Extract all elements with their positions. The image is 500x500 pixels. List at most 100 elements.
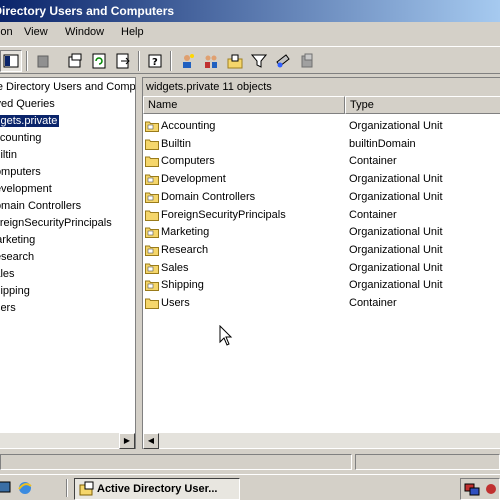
help-button[interactable]: ?: [144, 50, 166, 72]
list-item[interactable]: Users Container: [143, 295, 500, 312]
properties-icon: [68, 53, 82, 68]
active-directory-icon: [79, 481, 94, 496]
list-item-name: Development: [161, 173, 226, 186]
export-list-button[interactable]: [112, 50, 134, 72]
list-item-name: Marketing: [161, 226, 210, 239]
folder-icon: [145, 210, 159, 221]
new-user-button[interactable]: [176, 50, 198, 72]
find-icon: [276, 54, 290, 68]
find-button[interactable]: [272, 50, 294, 72]
list-item-name: Accounting: [161, 120, 216, 132]
quicklaunch-separator: [66, 479, 68, 497]
system-tray: [460, 478, 500, 500]
list-item[interactable]: Builtin builtinDomain: [143, 136, 500, 153]
console-tree-pane[interactable]: Active Directory Users and Computers Sav…: [0, 77, 136, 449]
help-icon: ?: [148, 54, 162, 68]
tree-item-shipping[interactable]: Shipping: [0, 284, 30, 298]
toolbar-separator: [138, 51, 140, 71]
status-cell: [0, 454, 352, 470]
toolbar-separator: [26, 51, 28, 71]
scroll-left-icon[interactable]: ◀: [143, 433, 159, 449]
list-item-type: Organizational Unit: [349, 173, 443, 186]
tree-root[interactable]: Active Directory Users and Computers: [0, 80, 135, 94]
list-item-type: Organizational Unit: [349, 261, 443, 274]
list-item[interactable]: ForeignSecurityPrincipals Container: [143, 207, 500, 224]
tree-item-marketing[interactable]: Marketing: [0, 233, 35, 247]
list-item-name: Users: [161, 297, 190, 309]
new-ou-button[interactable]: [224, 50, 246, 72]
list-item[interactable]: Marketing Organizational Unit: [143, 224, 500, 241]
status-bar: [0, 452, 500, 472]
new-group-button[interactable]: [200, 50, 222, 72]
add-to-group-icon: [301, 53, 313, 68]
network-icon[interactable]: [464, 481, 480, 497]
list-item[interactable]: Domain Controllers Organizational Unit: [143, 189, 500, 206]
details-pane-header: widgets.private 11 objects: [143, 78, 500, 96]
tree-item-development[interactable]: Development: [0, 182, 52, 196]
tree-horizontal-scrollbar[interactable]: ▶: [0, 432, 135, 449]
taskbar: Active Directory User...: [0, 474, 500, 500]
list-item[interactable]: Shipping Organizational Unit: [143, 277, 500, 294]
menu-help[interactable]: Help: [121, 26, 144, 38]
toolbar: ?: [0, 46, 500, 74]
console-tree-button[interactable]: [0, 50, 22, 72]
column-header-type[interactable]: Type: [345, 96, 500, 114]
delete-icon: [37, 55, 49, 68]
filter-button[interactable]: [248, 50, 270, 72]
list-item-name: Shipping: [161, 279, 204, 292]
taskbar-button-active-directory[interactable]: Active Directory User...: [74, 478, 240, 500]
list-item[interactable]: Development Organizational Unit: [143, 171, 500, 188]
menu-action[interactable]: Action: [0, 26, 13, 38]
svg-text:?: ?: [152, 57, 158, 68]
list-item[interactable]: Sales Organizational Unit: [143, 260, 500, 277]
delete-button[interactable]: [32, 50, 54, 72]
taskbar-button-label: Active Directory User...: [97, 483, 218, 495]
add-to-group-button[interactable]: [296, 50, 318, 72]
menu-window[interactable]: Window: [65, 26, 104, 38]
list-item-type: Organizational Unit: [349, 226, 443, 239]
tree-item-foreign-security-principals[interactable]: ForeignSecurityPrincipals: [0, 216, 112, 230]
organizational-unit-icon: [145, 280, 159, 292]
toolbar-separator: [170, 51, 172, 71]
tree-item-widgets-private[interactable]: widgets.private: [0, 114, 60, 128]
list-item-name: Builtin: [161, 137, 191, 150]
tree-item-sales[interactable]: Sales: [0, 267, 15, 281]
window-titlebar[interactable]: Active Directory Users and Computers: [0, 0, 500, 22]
organizational-unit-icon: [145, 174, 159, 186]
list-item-type: Container: [349, 208, 397, 221]
desktop-icon[interactable]: [0, 480, 12, 496]
tree-item-saved-queries[interactable]: Saved Queries: [0, 97, 55, 111]
tray-icon[interactable]: [483, 481, 499, 497]
window-title: Active Directory Users and Computers: [0, 4, 175, 18]
internet-explorer-icon[interactable]: [17, 480, 33, 496]
properties-button[interactable]: [64, 50, 86, 72]
tree-item-accounting[interactable]: Accounting: [0, 131, 41, 145]
tree-item-research[interactable]: Research: [0, 250, 34, 264]
tree-item-domain-controllers[interactable]: Domain Controllers: [0, 199, 81, 213]
list-item-name: Domain Controllers: [161, 190, 256, 203]
tree-item-builtin[interactable]: Builtin: [0, 148, 17, 162]
status-cell: [355, 454, 500, 470]
organizational-unit-icon: [145, 245, 159, 256]
new-ou-icon: [227, 54, 243, 69]
organizational-unit-icon: [145, 121, 159, 132]
export-list-icon: [116, 53, 130, 69]
list-item[interactable]: Research Organizational Unit: [143, 242, 500, 259]
folder-icon: [145, 139, 159, 150]
organizational-unit-icon: [145, 227, 159, 239]
list-item-type: builtinDomain: [349, 137, 416, 150]
list-item[interactable]: Computers Container: [143, 153, 500, 170]
details-pane[interactable]: widgets.private 11 objects Name Type Acc…: [142, 77, 500, 449]
column-header-name[interactable]: Name: [143, 96, 345, 114]
tree-item-users[interactable]: Users: [0, 301, 16, 315]
list-item-name: ForeignSecurityPrincipals: [161, 208, 286, 221]
refresh-button[interactable]: [88, 50, 110, 72]
filter-icon: [251, 54, 267, 68]
list-item[interactable]: Accounting Organizational Unit: [143, 118, 500, 135]
menu-view[interactable]: View: [24, 26, 48, 38]
tree-item-computers[interactable]: Computers: [0, 165, 41, 179]
scroll-right-icon[interactable]: ▶: [119, 433, 135, 449]
details-horizontal-scrollbar[interactable]: ◀: [143, 432, 500, 449]
console-tree-icon: [3, 54, 19, 68]
organizational-unit-icon: [145, 192, 159, 203]
